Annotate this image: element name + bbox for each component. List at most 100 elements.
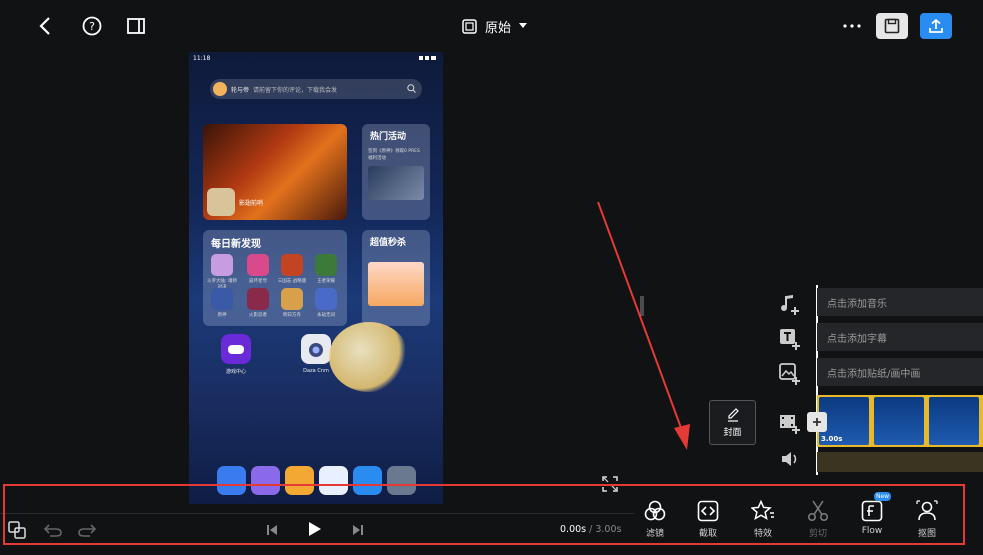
daily-app-label: 崩坏星穹 xyxy=(249,279,267,284)
save-button[interactable] xyxy=(876,13,908,39)
tool-flow[interactable]: New Flow xyxy=(852,492,892,536)
time-separator: / xyxy=(586,524,596,535)
tool-trim[interactable]: 截取 xyxy=(688,500,728,539)
daily-app-label: 火影忍者 xyxy=(249,313,267,318)
hot-activity-card: 热门活动 签到《原神》领取0 PRES福利活动 xyxy=(362,124,430,220)
film-add-icon xyxy=(780,415,800,434)
add-music-hint: 点击添加音乐 xyxy=(827,298,887,310)
scissors-icon xyxy=(807,500,829,522)
new-badge: New xyxy=(874,492,892,501)
add-sticker-hint: 点击添加贴纸/画中画 xyxy=(827,368,921,380)
daily-app-label: 王者荣耀 xyxy=(317,279,335,284)
camera-app-icon xyxy=(301,334,331,364)
fullscreen-button[interactable] xyxy=(600,474,620,494)
progress-track[interactable] xyxy=(0,513,634,514)
gallery-app-icon xyxy=(251,466,280,495)
featured-game-icon xyxy=(207,188,235,216)
skip-previous-icon xyxy=(267,525,277,535)
daily-app-icon xyxy=(281,254,303,276)
tool-filter[interactable]: 滤镜 xyxy=(635,500,675,539)
featured-game-card: 影翅前哨 xyxy=(203,124,347,220)
tool-label: 特效 xyxy=(753,529,772,539)
flash-sale-coupon xyxy=(368,262,424,306)
subtitle-track[interactable]: 点击添加字幕 xyxy=(817,323,983,351)
annotation-arrow xyxy=(597,201,690,450)
daily-app-icon xyxy=(315,288,337,310)
files-app-icon xyxy=(285,466,314,495)
pen-icon xyxy=(727,407,739,422)
video-preview[interactable]: 11:18 轮与帝 请前留下你的评论，下载我会发 影翅前哨 热门活动 签到《原神… xyxy=(189,52,443,504)
daily-app-icon xyxy=(315,254,337,276)
add-subtitle-hint: 点击添加字幕 xyxy=(827,333,887,345)
volume-icon xyxy=(782,452,797,466)
flow-icon xyxy=(861,500,883,522)
browser-app-icon xyxy=(319,466,348,495)
tool-label: 滤镜 xyxy=(645,529,664,539)
aspect-ratio-label: 原始 xyxy=(485,20,512,36)
time-display: 0.00s / 3.00s xyxy=(560,524,621,535)
video-clip[interactable]: 3.00s xyxy=(817,395,983,447)
music-add-icon xyxy=(781,295,799,315)
skip-next-icon xyxy=(353,525,363,535)
undo-button[interactable] xyxy=(42,520,64,540)
redo-icon xyxy=(78,524,96,537)
add-music-button[interactable] xyxy=(778,292,802,316)
help-button[interactable]: ? xyxy=(80,14,104,38)
add-sticker-button[interactable] xyxy=(778,362,802,386)
volume-button[interactable] xyxy=(778,448,802,470)
caret-down-icon xyxy=(519,23,528,28)
search-placeholder: 请前留下你的评论，下载我会发 xyxy=(253,86,338,94)
save-icon xyxy=(884,18,900,34)
hot-activity-image xyxy=(368,166,424,200)
clip-thumbnail xyxy=(874,397,924,445)
daily-app-label: 三国志·战略版 xyxy=(277,279,307,284)
daily-app-label: 永劫无间 xyxy=(317,313,335,318)
wallpaper-moon xyxy=(329,322,409,392)
status-bar-time: 11:18 xyxy=(193,55,211,62)
folder-app-icon xyxy=(387,466,416,495)
aspect-ratio-selector[interactable]: 原始 xyxy=(462,14,528,38)
featured-game-name: 影翅前哨 xyxy=(239,200,264,207)
transition-button[interactable] xyxy=(807,412,827,432)
skip-previous-button[interactable] xyxy=(264,522,280,538)
cutout-icon xyxy=(916,500,938,521)
redo-button[interactable] xyxy=(76,520,98,540)
settings-app-icon xyxy=(217,466,246,495)
skip-next-button[interactable] xyxy=(350,522,366,538)
tool-effects[interactable]: 特效 xyxy=(743,500,783,539)
add-subtitle-button[interactable] xyxy=(778,327,802,351)
sticker-track[interactable]: 点击添加贴纸/画中画 xyxy=(817,358,983,386)
daily-app-label: 原神 xyxy=(217,313,227,318)
play-button[interactable] xyxy=(304,518,326,540)
more-button[interactable] xyxy=(840,14,864,38)
daily-app-icon xyxy=(247,288,269,310)
filter-icon xyxy=(644,500,666,521)
play-icon xyxy=(309,522,321,536)
daily-app-icon xyxy=(281,288,303,310)
clip-thumbnail xyxy=(929,397,979,445)
back-button[interactable] xyxy=(33,14,57,38)
preview-search-bar: 轮与帝 请前留下你的评论，下载我会发 xyxy=(210,79,422,99)
add-clip-button[interactable] xyxy=(778,411,802,435)
daily-app-icon xyxy=(211,254,233,276)
daily-title: 每日新发现 xyxy=(211,239,261,250)
text-add-icon xyxy=(780,329,800,350)
game-center-app-icon xyxy=(221,334,251,364)
daily-app-icon xyxy=(211,288,233,310)
layers-button[interactable] xyxy=(6,520,28,540)
export-button[interactable] xyxy=(920,13,952,39)
aspect-ratio-icon xyxy=(462,18,477,34)
tool-cut[interactable]: 剪切 xyxy=(798,500,838,539)
audio-waveform-track[interactable] xyxy=(817,452,983,472)
search-icon xyxy=(407,84,416,93)
daily-app-icon xyxy=(247,254,269,276)
hot-activity-desc: 签到《原神》领取0 PRES福利活动 xyxy=(368,149,420,161)
sidebar-icon xyxy=(127,18,145,34)
user-avatar xyxy=(213,82,227,96)
tool-label: 抠图 xyxy=(917,529,936,539)
music-track[interactable]: 点击添加音乐 xyxy=(817,288,983,316)
panel-toggle-button[interactable] xyxy=(124,14,148,38)
tool-cutout[interactable]: 抠图 xyxy=(907,500,947,539)
cover-button[interactable]: 封面 xyxy=(709,400,756,445)
help-icon: ? xyxy=(82,16,102,36)
